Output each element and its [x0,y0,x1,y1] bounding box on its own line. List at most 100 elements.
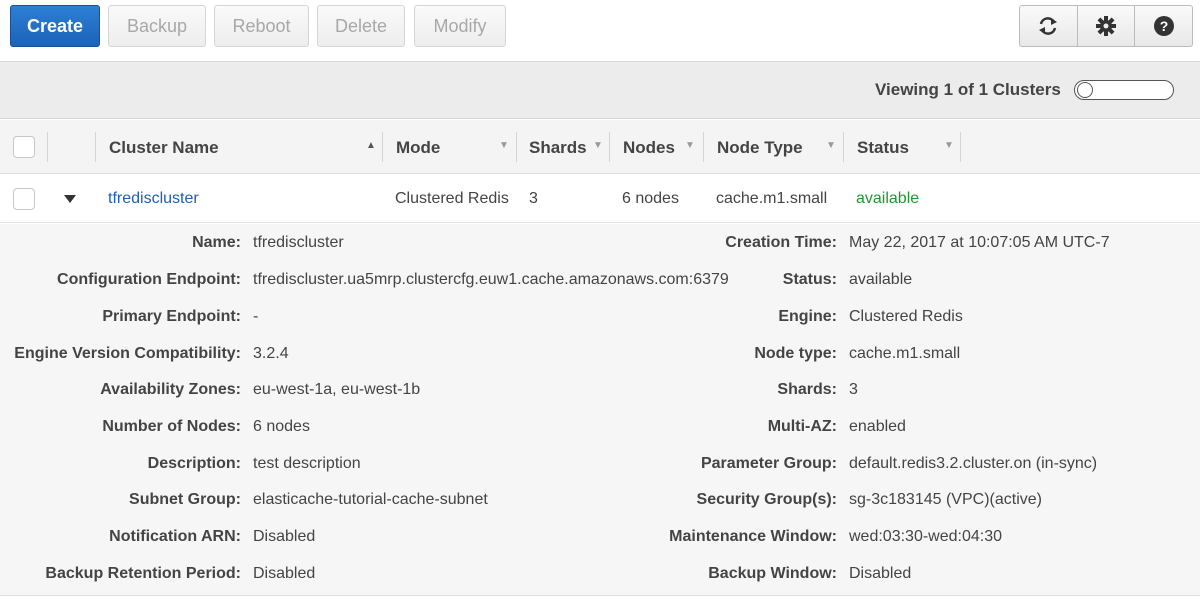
detail-label: Availability Zones: [100,381,241,398]
detail-label: Backup Window: [708,565,837,582]
cell-shards: 3 [529,190,538,207]
detail-value: 3.2.4 [253,345,289,362]
help-button[interactable]: ? [1135,6,1192,46]
detail-label: Description: [147,455,241,472]
detail-label: Node type: [754,345,837,362]
column-divider [960,132,961,162]
svg-text:?: ? [1159,18,1168,34]
detail-row: Availability Zones: eu-west-1a, eu-west-… [0,381,1200,403]
detail-row: Configuration Endpoint: tfrediscluster.u… [0,271,1200,293]
column-divider [516,132,517,162]
detail-label: Shards: [777,381,837,398]
detail-row: Name: tfrediscluster Creation Time: May … [0,234,1200,256]
settings-button[interactable] [1078,6,1136,46]
detail-label: Multi-AZ: [767,418,837,435]
sort-asc-icon[interactable]: ▲ [366,140,376,151]
delete-button[interactable]: Delete [317,5,405,47]
cell-nodes: 6 nodes [622,190,679,207]
table-header: Cluster Name ▲ Mode ▼ Shards ▼ Nodes ▼ N… [0,120,1200,174]
detail-value: elasticache-tutorial-cache-subnet [253,491,488,508]
detail-value: test description [253,455,361,472]
column-header-nodes[interactable]: Nodes [623,138,675,158]
detail-label: Backup Retention Period: [45,565,241,582]
slider-knob[interactable] [1077,82,1093,98]
detail-value: 6 nodes [253,418,310,435]
column-divider [382,132,383,162]
reboot-button[interactable]: Reboot [214,5,309,47]
toolbar-icon-group: ? [1019,5,1193,47]
detail-value: 3 [849,381,858,398]
detail-label: Primary Endpoint: [102,308,241,325]
column-header-mode[interactable]: Mode [396,138,440,158]
detail-value: Disabled [849,565,912,582]
detail-value: available [849,271,913,288]
detail-label: Creation Time: [725,234,837,251]
column-divider [609,132,610,162]
viewing-count-text: Viewing 1 of 1 Clusters [875,80,1061,99]
detail-value: Disabled [253,565,316,582]
detail-value: wed:03:30-wed:04:30 [849,528,1002,545]
detail-row: Engine Version Compatibility: 3.2.4 Node… [0,345,1200,367]
detail-label: Security Group(s): [696,491,837,508]
refresh-icon [1039,17,1058,35]
detail-value: Clustered Redis [849,308,963,325]
detail-label: Maintenance Window: [669,528,837,545]
detail-value: default.redis3.2.cluster.on (in-sync) [849,455,1098,472]
detail-row: Number of Nodes: 6 nodes Multi-AZ: enabl… [0,418,1200,440]
chevron-down-icon[interactable]: ▼ [685,140,695,151]
detail-row: Primary Endpoint: - Engine: Clustered Re… [0,308,1200,330]
column-divider [47,132,48,162]
detail-value: Disabled [253,528,316,545]
cell-status: available [856,190,920,207]
select-all-checkbox[interactable] [13,136,35,158]
detail-row: Notification ARN: Disabled Maintenance W… [0,528,1200,550]
column-header-shards[interactable]: Shards [529,138,587,158]
detail-value: eu-west-1a, eu-west-1b [253,381,421,398]
detail-value: - [253,308,259,325]
help-icon: ? [1153,16,1174,36]
pagination-slider[interactable] [1074,80,1174,100]
column-divider [95,132,96,162]
detail-label: Parameter Group: [700,455,837,472]
detail-value: cache.m1.small [849,345,961,362]
cell-node-type: cache.m1.small [716,190,828,207]
detail-label: Engine Version Compatibility: [14,345,241,362]
detail-label: Status: [782,271,837,288]
chevron-down-icon[interactable]: ▼ [499,140,509,151]
chevron-down-icon[interactable]: ▼ [593,140,603,151]
chevron-down-icon[interactable]: ▼ [944,140,954,151]
toolbar: Create Backup Reboot Delete Modify ? [0,0,1200,60]
detail-value: May 22, 2017 at 10:07:05 AM UTC-7 [849,234,1110,251]
cluster-details-panel: Name: tfrediscluster Creation Time: May … [0,224,1200,596]
detail-label: Engine: [778,308,837,325]
chevron-down-icon[interactable]: ▼ [826,140,836,151]
cell-mode: Clustered Redis [395,190,509,207]
table-row[interactable]: tfrediscluster Clustered Redis 3 6 nodes… [0,175,1200,223]
detail-label: Configuration Endpoint: [57,271,241,288]
detail-value: tfrediscluster [253,234,344,251]
refresh-button[interactable] [1020,6,1078,46]
detail-label: Subnet Group: [129,491,241,508]
gear-icon [1096,16,1116,36]
column-divider [703,132,704,162]
create-button[interactable]: Create [10,5,100,47]
row-checkbox[interactable] [13,188,35,210]
detail-label: Notification ARN: [109,528,241,545]
backup-button[interactable]: Backup [108,5,206,47]
detail-row: Subnet Group: elasticache-tutorial-cache… [0,491,1200,513]
detail-value: enabled [849,418,906,435]
viewing-bar: Viewing 1 of 1 Clusters [0,61,1200,119]
column-header-cluster-name[interactable]: Cluster Name [109,138,219,158]
detail-row: Backup Retention Period: Disabled Backup… [0,565,1200,587]
expand-row-icon[interactable] [64,195,76,203]
column-header-status[interactable]: Status [857,138,909,158]
detail-value: tfrediscluster.ua5mrp.clustercfg.euw1.ca… [253,271,729,288]
column-divider [843,132,844,162]
detail-label: Number of Nodes: [102,418,241,435]
modify-button[interactable]: Modify [414,5,506,47]
detail-label: Name: [192,234,241,251]
column-header-node-type[interactable]: Node Type [717,138,803,158]
detail-value: sg-3c183145 (VPC)(active) [849,491,1042,508]
detail-row: Description: test description Parameter … [0,455,1200,477]
cluster-name-link[interactable]: tfrediscluster [108,190,199,208]
